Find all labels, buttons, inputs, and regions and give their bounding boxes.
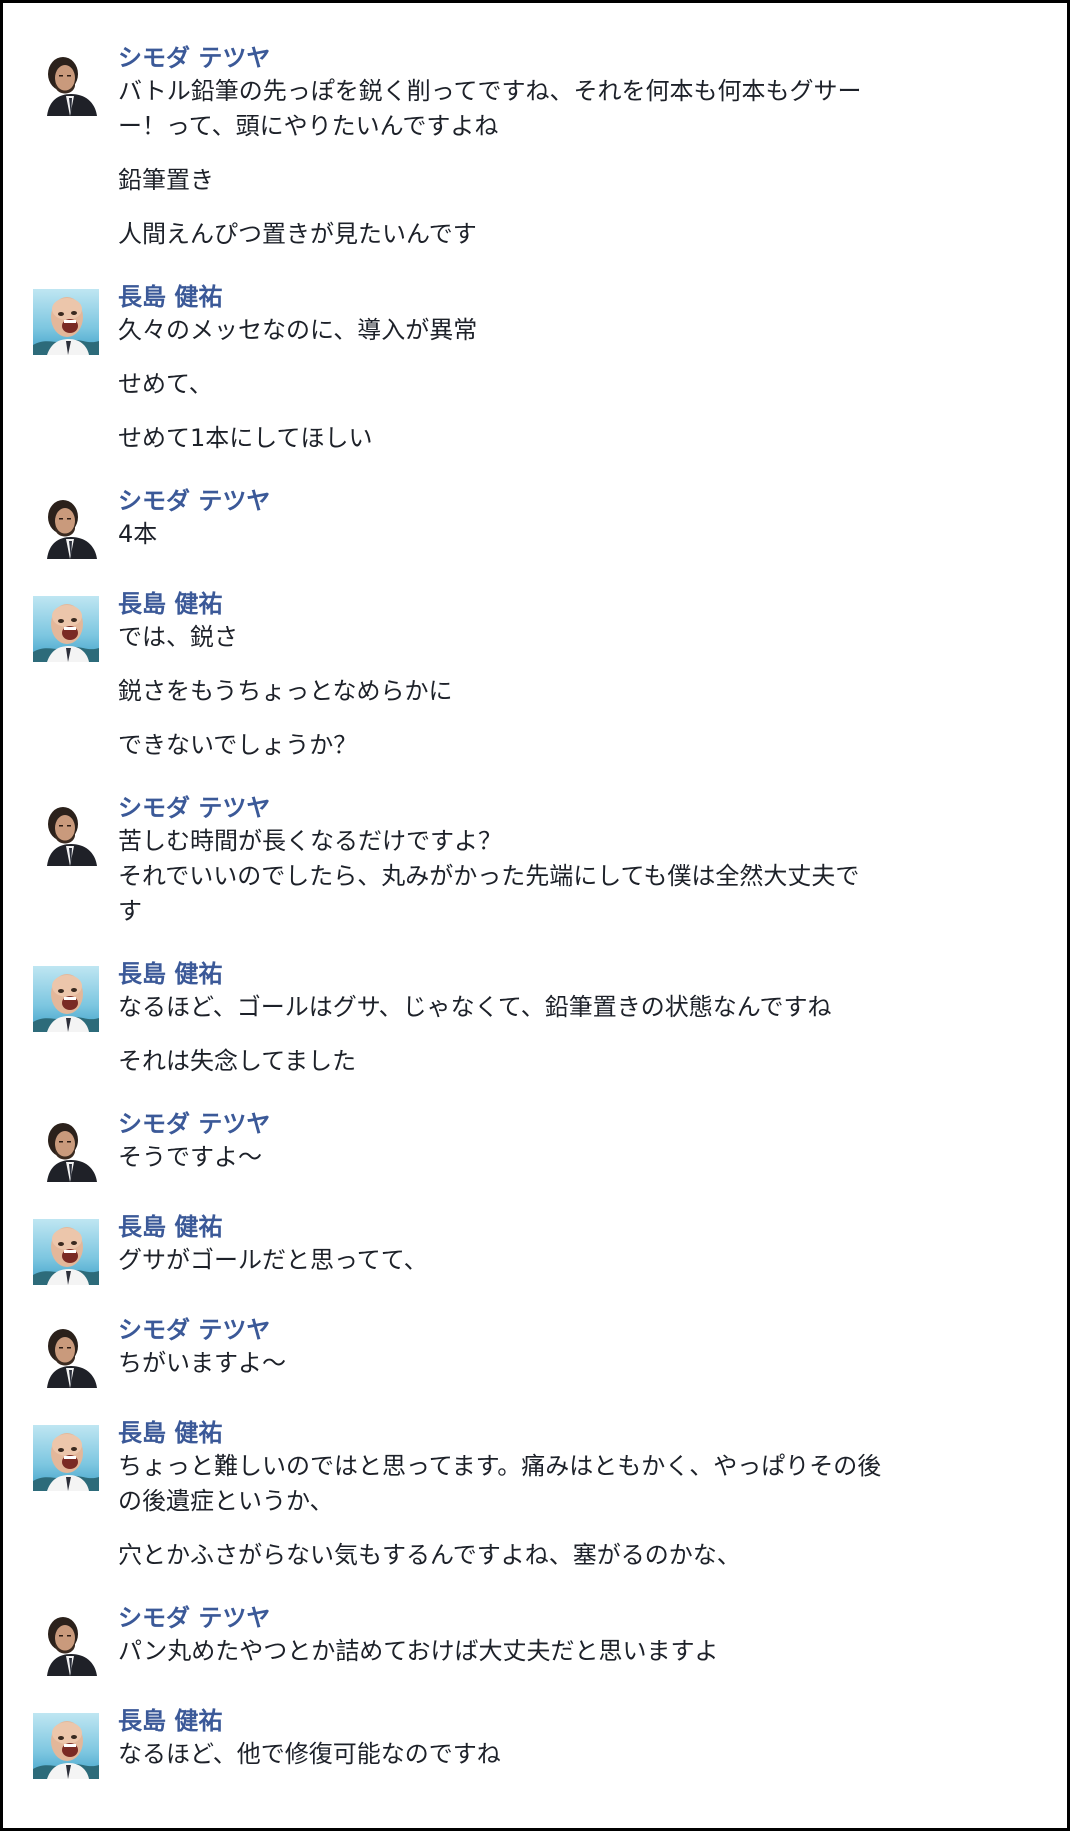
- message-text: パン丸めたやつとか詰めておけば大丈夫だと思いますよ: [118, 1637, 719, 1665]
- avatar[interactable]: [33, 1713, 99, 1779]
- avatar[interactable]: [33, 1116, 99, 1182]
- message-text: なるほど、他で修復可能なのですね: [118, 1740, 501, 1768]
- message-text: 苦しむ時間が長くなるだけですよ？ それでいいのでしたら、丸みがかった先端にしても…: [118, 827, 860, 925]
- message-group: シモダ テツヤ 苦しむ時間が長くなるだけですよ？ それでいいのでしたら、丸みがかっ…: [33, 792, 977, 929]
- sender-name[interactable]: シモダ テツヤ: [118, 792, 977, 824]
- message-text: ちがいますよ〜: [118, 1349, 286, 1377]
- message-content: シモダ テツヤ 苦しむ時間が長くなるだけですよ？ それでいいのでしたら、丸みがかっ…: [118, 792, 977, 929]
- message-group: シモダ テツヤ バトル鉛筆の先っぽを鋭く削ってですね、それを何本も何本もグサー ー…: [33, 42, 977, 252]
- message-group: 長島 健祐なるほど、ゴールはグサ、じゃなくて、鉛筆置きの状態なんですね それは失念…: [33, 958, 977, 1079]
- message-text: 鉛筆置き: [118, 166, 214, 194]
- avatar[interactable]: [33, 289, 99, 355]
- sender-name[interactable]: 長島 健祐: [118, 958, 977, 990]
- sender-name[interactable]: シモダ テツヤ: [118, 485, 977, 517]
- message-text: 鋭さをもうちょっとなめらかに: [118, 677, 453, 705]
- message-group: 長島 健祐なるほど、他で修復可能なのですね: [33, 1705, 977, 1779]
- message-text: せめて1本にしてほしい: [118, 424, 373, 452]
- message-content: 長島 健祐グサがゴールだと思ってて、: [118, 1211, 977, 1278]
- message-group: 長島 健祐久々のメッセなのに、導入が異常 せめて、せめて1本にしてほしい: [33, 281, 977, 456]
- message-group: 長島 健祐グサがゴールだと思ってて、: [33, 1211, 977, 1285]
- message-thread: シモダ テツヤ バトル鉛筆の先っぽを鋭く削ってですね、それを何本も何本もグサー ー…: [33, 42, 977, 1779]
- message-text: 4本: [118, 520, 158, 548]
- message-text: なるほど、ゴールはグサ、じゃなくて、鉛筆置きの状態なんですね: [118, 993, 832, 1021]
- message-text: グサがゴールだと思ってて、: [118, 1246, 428, 1274]
- message-group: シモダ テツヤちがいますよ〜: [33, 1314, 977, 1388]
- avatar[interactable]: [33, 50, 99, 116]
- message-content: 長島 健祐久々のメッセなのに、導入が異常 せめて、せめて1本にしてほしい: [118, 281, 977, 456]
- sender-name[interactable]: シモダ テツヤ: [118, 1602, 977, 1634]
- message-group: 長島 健祐では、鋭さ鋭さをもうちょっとなめらかに できないでしょうか？: [33, 588, 977, 763]
- avatar[interactable]: [33, 1425, 99, 1491]
- message-content: シモダ テツヤそうですよ〜: [118, 1108, 977, 1175]
- avatar[interactable]: [33, 966, 99, 1032]
- message-text: では、鋭さ: [118, 623, 238, 651]
- sender-name[interactable]: シモダ テツヤ: [118, 42, 977, 74]
- sender-name[interactable]: 長島 健祐: [118, 1211, 977, 1243]
- message-content: 長島 健祐なるほど、他で修復可能なのですね: [118, 1705, 977, 1772]
- message-content: シモダ テツヤ 4本: [118, 485, 977, 552]
- message-text: バトル鉛筆の先っぽを鋭く削ってですね、それを何本も何本もグサー ー！って、頭にや…: [118, 77, 862, 140]
- avatar[interactable]: [33, 800, 99, 866]
- chat-frame: シモダ テツヤ バトル鉛筆の先っぽを鋭く削ってですね、それを何本も何本もグサー ー…: [0, 0, 1070, 1831]
- message-text: 久々のメッセなのに、導入が異常: [118, 316, 478, 344]
- message-content: シモダ テツヤパン丸めたやつとか詰めておけば大丈夫だと思いますよ: [118, 1602, 977, 1669]
- message-text: ちょっと難しいのではと思ってます。痛みはともかく、やっぱりその後 の後遺症という…: [118, 1452, 882, 1515]
- avatar[interactable]: [33, 493, 99, 559]
- message-group: シモダ テツヤパン丸めたやつとか詰めておけば大丈夫だと思いますよ: [33, 1602, 977, 1676]
- message-text: 人間えんぴつ置きが見たいんです: [118, 220, 477, 248]
- message-text: それは失念してました: [118, 1047, 357, 1075]
- sender-name[interactable]: シモダ テツヤ: [118, 1108, 977, 1140]
- sender-name[interactable]: 長島 健祐: [118, 1417, 977, 1449]
- avatar[interactable]: [33, 1322, 99, 1388]
- sender-name[interactable]: 長島 健祐: [118, 588, 977, 620]
- avatar[interactable]: [33, 596, 99, 662]
- sender-name[interactable]: シモダ テツヤ: [118, 1314, 977, 1346]
- message-text: そうですよ〜: [118, 1143, 262, 1171]
- sender-name[interactable]: 長島 健祐: [118, 1705, 977, 1737]
- message-content: 長島 健祐 ちょっと難しいのではと思ってます。痛みはともかく、やっぱりその後 の後…: [118, 1417, 977, 1573]
- message-text: できないでしょうか？: [118, 731, 358, 759]
- message-group: シモダ テツヤそうですよ〜: [33, 1108, 977, 1182]
- avatar[interactable]: [33, 1219, 99, 1285]
- message-content: 長島 健祐なるほど、ゴールはグサ、じゃなくて、鉛筆置きの状態なんですね それは失念…: [118, 958, 977, 1079]
- message-content: シモダ テツヤちがいますよ〜: [118, 1314, 977, 1381]
- message-content: シモダ テツヤ バトル鉛筆の先っぽを鋭く削ってですね、それを何本も何本もグサー ー…: [118, 42, 977, 252]
- message-content: 長島 健祐では、鋭さ鋭さをもうちょっとなめらかに できないでしょうか？: [118, 588, 977, 763]
- message-group: シモダ テツヤ 4本: [33, 485, 977, 559]
- sender-name[interactable]: 長島 健祐: [118, 281, 977, 313]
- message-text: 穴とかふさがらない気もするんですよね、塞がるのかな、: [118, 1541, 741, 1569]
- avatar[interactable]: [33, 1610, 99, 1676]
- message-group: 長島 健祐 ちょっと難しいのではと思ってます。痛みはともかく、やっぱりその後 の後…: [33, 1417, 977, 1573]
- message-text: せめて、: [118, 370, 213, 398]
